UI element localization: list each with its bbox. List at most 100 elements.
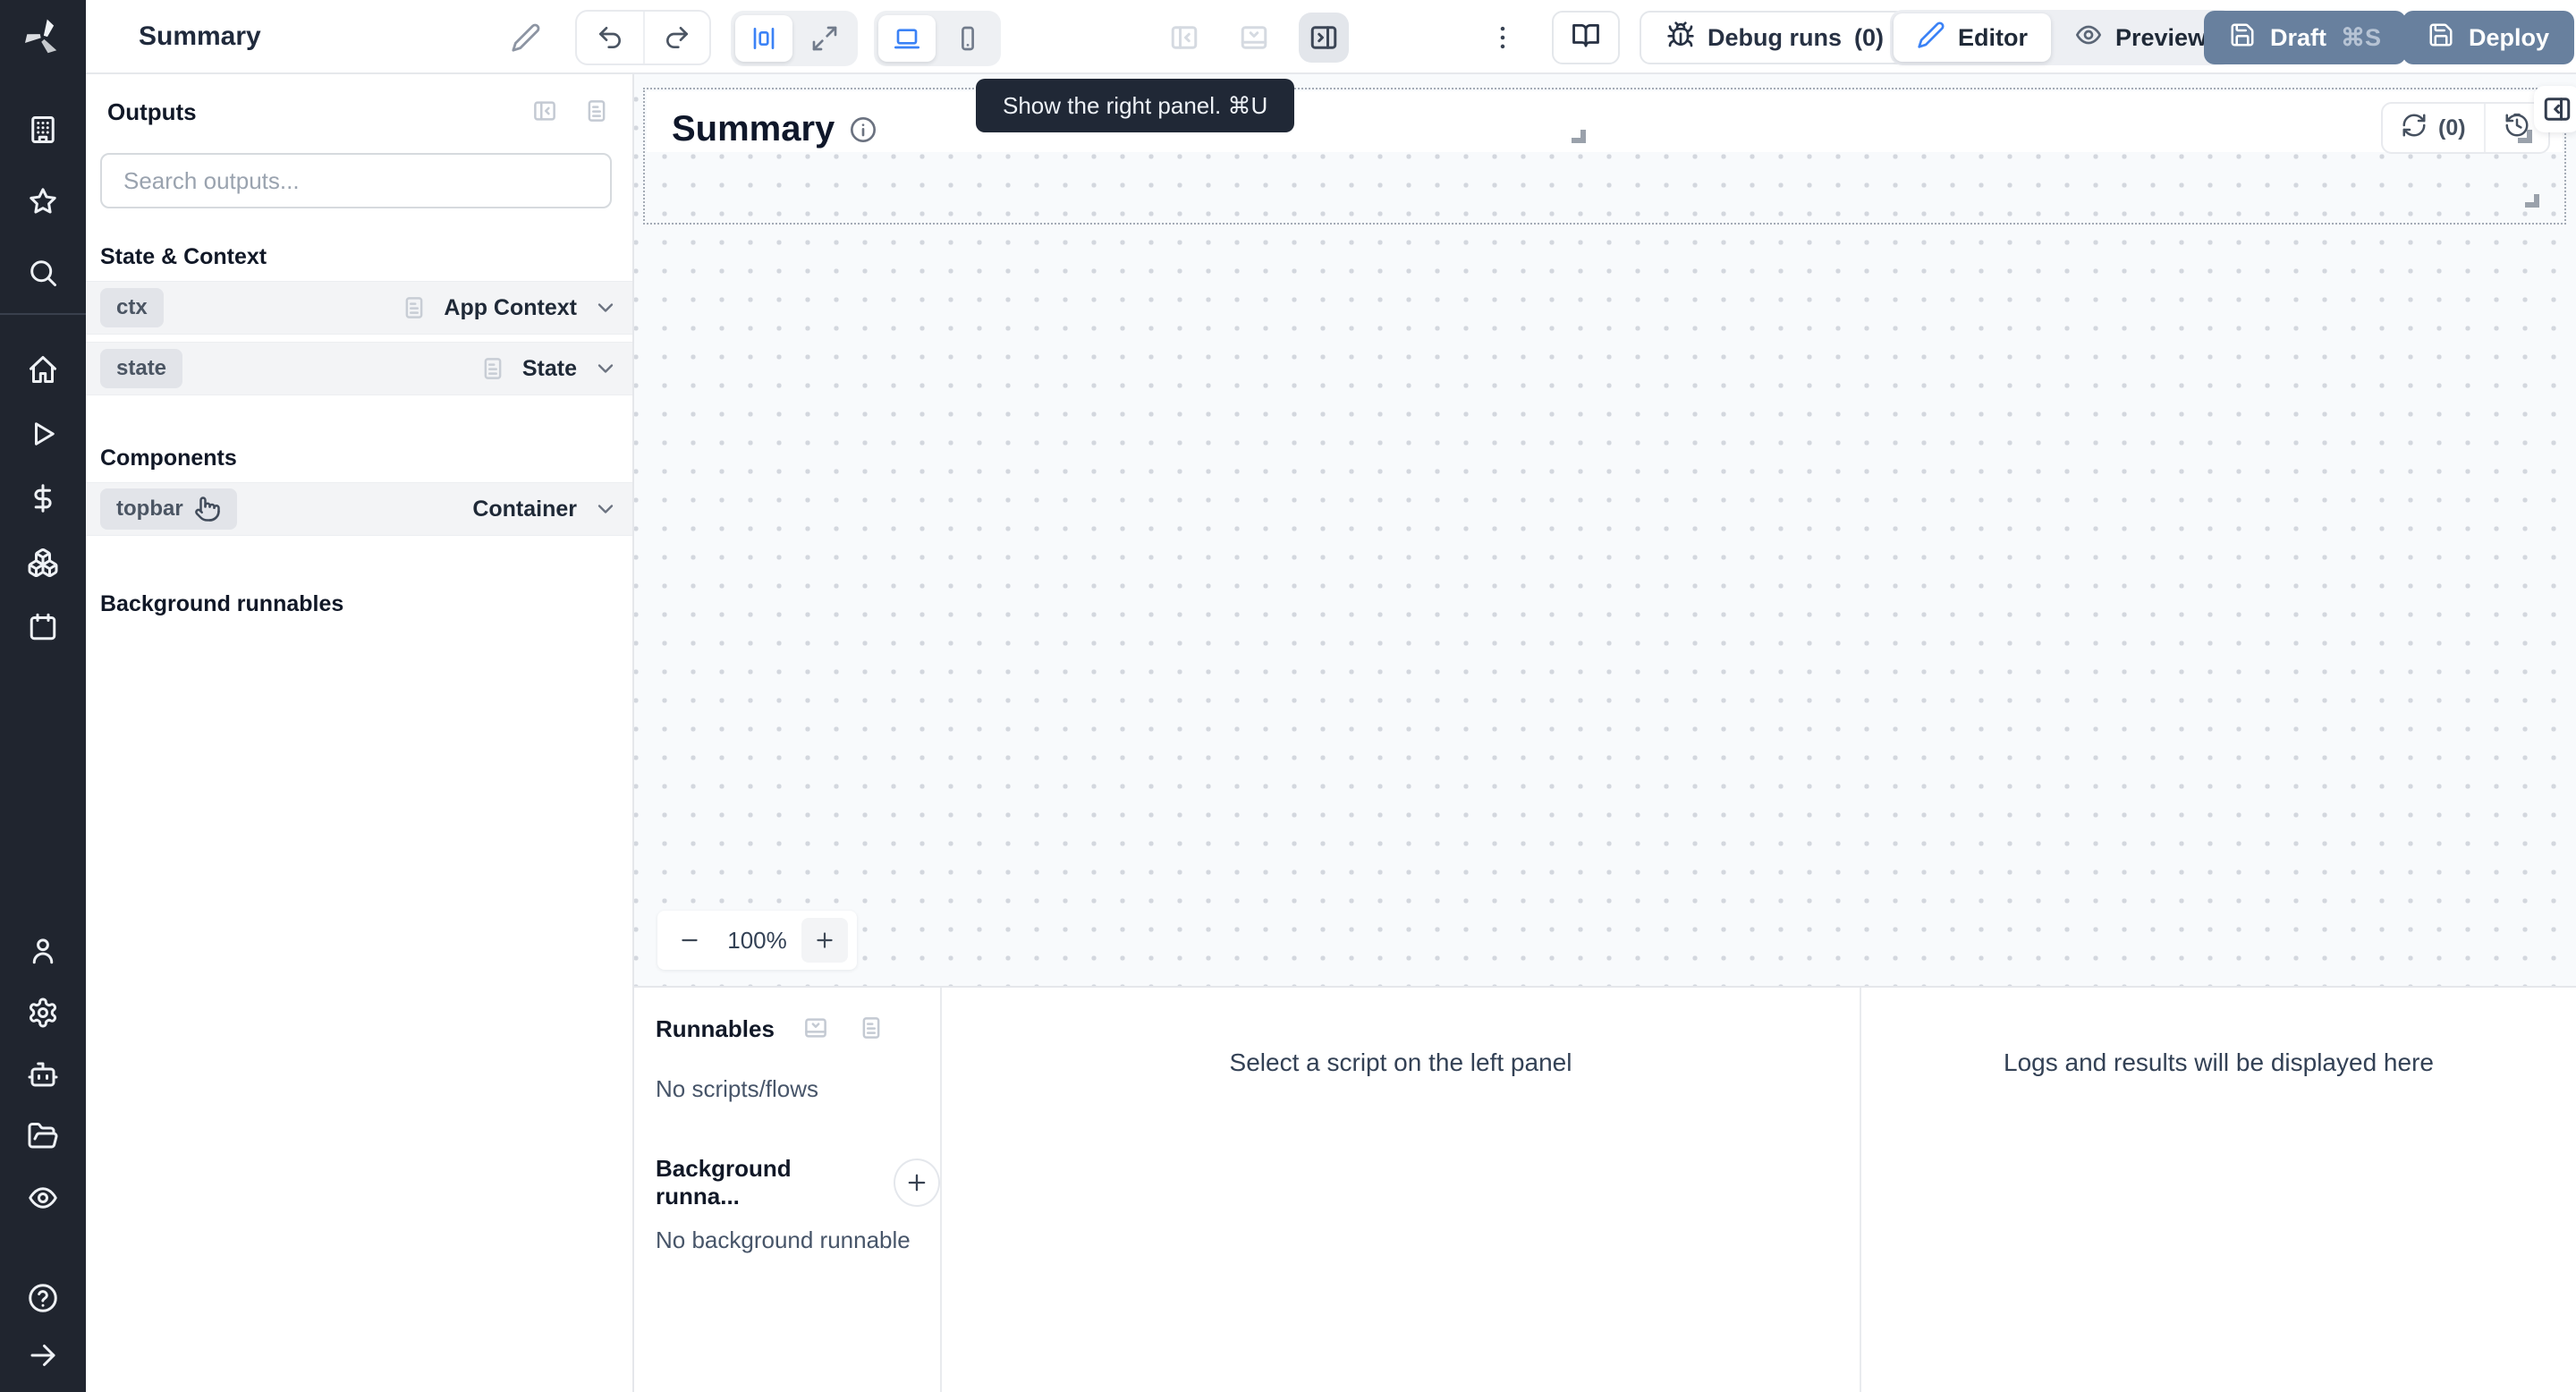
- app-title: Summary: [139, 21, 261, 51]
- draft-button[interactable]: Draft ⌘S: [2204, 11, 2407, 64]
- zoom-in-button[interactable]: [801, 918, 848, 963]
- book-icon: [1571, 20, 1601, 56]
- arrow-right-icon[interactable]: [26, 1338, 60, 1372]
- building-icon[interactable]: [26, 113, 60, 147]
- pencil-icon: [1917, 21, 1945, 55]
- eye-preview-icon: [2074, 21, 2103, 55]
- runnables-panel: Runnables No scripts/flows Background ru…: [634, 986, 2576, 1392]
- resize-handle[interactable]: [1572, 130, 1586, 143]
- windmill-logo[interactable]: [18, 13, 68, 63]
- device-toggle-group: [874, 11, 1001, 66]
- state-badge[interactable]: state: [100, 349, 183, 388]
- section-components: Components: [100, 446, 237, 471]
- redo-icon[interactable]: [642, 12, 709, 64]
- tab-editor[interactable]: Editor: [1894, 13, 2051, 62]
- add-background-runnable-button[interactable]: [893, 1159, 940, 1207]
- resize-handle[interactable]: [2518, 130, 2532, 143]
- panel-bottom-collapse-icon[interactable]: [801, 1014, 830, 1043]
- doc-lines-icon: [401, 294, 428, 321]
- canvas-heading: Summary: [672, 109, 835, 149]
- chevron-down-icon[interactable]: [593, 295, 618, 320]
- draft-shortcut: ⌘S: [2341, 23, 2382, 51]
- chevron-down-icon[interactable]: [593, 497, 618, 522]
- deploy-label: Deploy: [2469, 23, 2550, 51]
- outputs-title: Outputs: [107, 98, 197, 125]
- laptop-icon[interactable]: [878, 15, 936, 62]
- chevron-down-icon[interactable]: [593, 356, 618, 381]
- gear-icon[interactable]: [26, 996, 60, 1030]
- help-icon[interactable]: [26, 1281, 60, 1315]
- deploy-button[interactable]: Deploy: [2402, 11, 2575, 64]
- rail-divider: [0, 313, 86, 315]
- star-icon[interactable]: [26, 184, 60, 218]
- panel-right-collapse-icon[interactable]: [2534, 86, 2576, 132]
- info-icon[interactable]: [849, 115, 877, 144]
- section-background-runnables: Background runnables: [100, 591, 344, 616]
- refresh-icon: [2401, 112, 2428, 145]
- layout-toggle-group: [731, 11, 858, 66]
- search-icon[interactable]: [26, 256, 60, 290]
- kebab-menu-icon[interactable]: [1483, 18, 1522, 57]
- undo-icon[interactable]: [577, 12, 643, 64]
- hand-pointer-icon: [194, 497, 220, 522]
- dollar-icon[interactable]: [26, 481, 60, 515]
- save-icon: [2229, 21, 2256, 55]
- row-type-label: Container: [472, 496, 577, 522]
- row-type-label: App Context: [444, 294, 577, 320]
- script-editor-column: Select a script on the left panel: [942, 988, 1861, 1392]
- search-outputs-input[interactable]: [100, 153, 612, 208]
- doc-lines-icon[interactable]: [582, 98, 611, 126]
- topbar: Summary Debug runs (0) Editor Preview Dr…: [86, 0, 2576, 74]
- panel-bottom-icon[interactable]: [1229, 13, 1279, 63]
- pencil-icon[interactable]: [508, 20, 544, 55]
- zoom-out-button[interactable]: [666, 918, 713, 963]
- debug-runs-count: (0): [1854, 23, 1885, 51]
- plus-icon: [908, 1174, 926, 1192]
- empty-scripts-label: No scripts/flows: [656, 1075, 819, 1102]
- component-action-group: (0): [2381, 102, 2550, 154]
- eye-icon[interactable]: [26, 1181, 60, 1215]
- topbar-badge[interactable]: topbar: [100, 488, 237, 530]
- topbar-container-selection[interactable]: Summary: [643, 88, 2566, 225]
- play-icon[interactable]: [26, 417, 60, 451]
- panel-toggle-group: [1159, 13, 1349, 63]
- folder-open-icon[interactable]: [26, 1119, 60, 1153]
- centered-layout-icon[interactable]: [735, 15, 792, 62]
- smartphone-icon[interactable]: [939, 15, 996, 62]
- output-row-topbar[interactable]: topbar Container: [86, 482, 632, 536]
- zoom-level: 100%: [727, 926, 787, 954]
- empty-background-label: No background runnable: [656, 1226, 911, 1253]
- draft-label: Draft: [2270, 23, 2327, 51]
- output-row-ctx[interactable]: ctx App Context: [86, 281, 632, 335]
- debug-runs-button[interactable]: Debug runs (0): [1640, 11, 1911, 64]
- docs-button[interactable]: [1552, 11, 1620, 64]
- refresh-button[interactable]: (0): [2383, 104, 2484, 152]
- logs-column: Logs and results will be displayed here: [1861, 988, 2576, 1392]
- zoom-control: 100%: [657, 911, 857, 970]
- undo-redo-group: [575, 10, 711, 65]
- calendar-icon[interactable]: [26, 610, 60, 644]
- row-type-label: State: [521, 355, 577, 381]
- logs-placeholder: Logs and results will be displayed here: [2004, 1048, 2434, 1076]
- topbar-container-body: [647, 91, 2563, 152]
- background-runnables-title: Background runna...: [656, 1155, 792, 1210]
- panel-left-icon[interactable]: [1159, 13, 1209, 63]
- doc-lines-icon: [479, 355, 506, 382]
- section-state-context: State & Context: [100, 244, 267, 269]
- user-icon[interactable]: [26, 934, 60, 968]
- save-icon: [2428, 21, 2454, 55]
- fullscreen-icon[interactable]: [796, 15, 853, 62]
- editor-label: Editor: [1958, 23, 2028, 51]
- panel-left-collapse-icon[interactable]: [530, 98, 559, 126]
- output-row-state[interactable]: state State: [86, 342, 632, 395]
- app-canvas[interactable]: Summary Show the right panel. ⌘U (0) 100…: [634, 74, 2576, 986]
- robot-icon[interactable]: [26, 1057, 60, 1091]
- ctx-badge[interactable]: ctx: [100, 288, 164, 327]
- cubes-icon[interactable]: [26, 546, 60, 580]
- panel-right-icon[interactable]: [1299, 13, 1349, 63]
- resize-handle[interactable]: [2525, 194, 2539, 208]
- preview-label: Preview: [2115, 23, 2207, 51]
- doc-lines-icon[interactable]: [857, 1014, 886, 1043]
- home-icon[interactable]: [26, 352, 60, 386]
- runnables-list-column: Runnables No scripts/flows Background ru…: [634, 988, 942, 1392]
